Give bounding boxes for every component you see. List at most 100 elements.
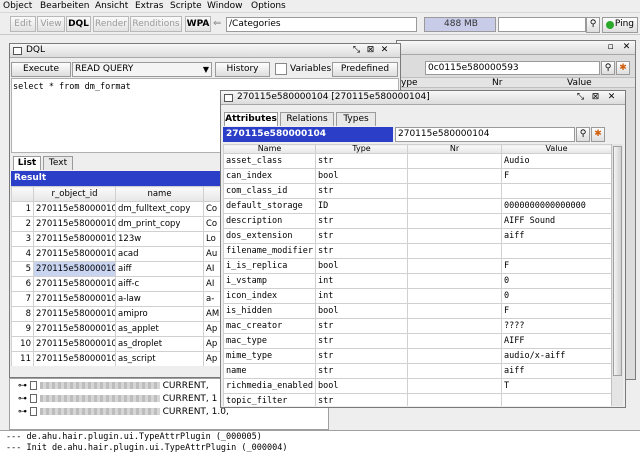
ping-button[interactable]: Ping — [602, 17, 638, 33]
table-row[interactable]: 6 270115e580000105 aiff-c AI — [11, 276, 234, 292]
attribute-cell[interactable]: str — [315, 213, 408, 229]
column-header[interactable]: Type — [315, 144, 408, 154]
menu-ansicht[interactable]: Ansicht — [95, 1, 128, 11]
path-field[interactable]: /Categories — [226, 17, 417, 32]
maximize-icon[interactable]: ⊠ — [365, 45, 376, 56]
attribute-cell[interactable]: bool — [315, 378, 408, 394]
table-cell[interactable]: dm_fulltext_copy — [115, 201, 204, 217]
attribute-cell[interactable]: Audio — [501, 153, 611, 169]
menu-window[interactable]: Window — [207, 1, 243, 11]
table-cell[interactable]: 5 — [11, 261, 34, 277]
close-icon[interactable]: ✕ — [379, 45, 390, 56]
table-row[interactable]: 4 270115e580000103 acad Au — [11, 246, 234, 262]
table-row[interactable]: 9 270115e580000108 as_applet Ap — [11, 321, 234, 337]
table-cell[interactable]: 6 — [11, 276, 34, 292]
attribute-cell[interactable]: asset_class — [223, 153, 316, 169]
search-icon[interactable]: ⚲ — [586, 17, 600, 33]
attribute-cell[interactable] — [407, 273, 502, 289]
attribute-cell[interactable] — [407, 288, 502, 304]
attribute-row[interactable]: i_is_replica bool F — [223, 258, 611, 274]
wpa-button[interactable]: WPA — [185, 16, 211, 32]
attribute-row[interactable]: description str AIFF Sound — [223, 213, 611, 229]
attribute-cell[interactable]: bool — [315, 168, 408, 184]
column-header[interactable]: name — [115, 186, 204, 202]
attribute-cell[interactable] — [407, 168, 502, 184]
attribute-cell[interactable]: default_storage — [223, 198, 316, 214]
predefined-button[interactable]: Predefined — [332, 62, 398, 77]
table-cell[interactable]: 270115e580000106 — [33, 291, 116, 307]
attribute-cell[interactable]: mac_creator — [223, 318, 316, 334]
renditions-button[interactable]: Renditions — [130, 16, 182, 32]
table-cell[interactable]: 123w — [115, 231, 204, 247]
back-arrow-icon[interactable]: ⇐ — [213, 18, 221, 29]
table-cell[interactable]: as_applet — [115, 321, 204, 337]
table-cell[interactable]: as_script — [115, 351, 204, 366]
tab-relations[interactable]: Relations — [280, 112, 334, 126]
table-cell[interactable]: 7 — [11, 291, 34, 307]
attribute-cell[interactable] — [407, 303, 502, 319]
attribute-row[interactable]: is_hidden bool F — [223, 303, 611, 319]
column-header[interactable]: Name — [223, 144, 316, 154]
attribute-scrollbar[interactable] — [611, 144, 623, 406]
table-cell[interactable]: 4 — [11, 246, 34, 262]
table-cell[interactable]: 270115e580000102 — [33, 231, 116, 247]
table-cell[interactable]: 270115e580000108 — [33, 321, 116, 337]
menu-options[interactable]: Options — [251, 1, 286, 11]
attribute-cell[interactable] — [407, 198, 502, 214]
query-mode-select[interactable]: READ QUERY ▼ — [72, 62, 212, 77]
table-cell[interactable]: acad — [115, 246, 204, 262]
attribute-row[interactable]: can_index bool F — [223, 168, 611, 184]
attribute-cell[interactable] — [407, 183, 502, 199]
table-cell[interactable]: 270115e580000107 — [33, 306, 116, 322]
variables-checkbox[interactable] — [275, 63, 287, 75]
attribute-cell[interactable]: 0 — [501, 288, 611, 304]
search-icon[interactable]: ⚲ — [576, 127, 590, 142]
maximize-icon[interactable]: ⊠ — [590, 92, 601, 103]
table-cell[interactable]: 270115e580000101 — [33, 216, 116, 232]
history-button[interactable]: History — [215, 62, 270, 77]
table-row[interactable]: 11 270115e58000010a as_script Ap — [11, 351, 234, 366]
refresh-icon[interactable]: ✱ — [591, 127, 605, 142]
attribute-cell[interactable]: filename_modifier — [223, 243, 316, 259]
column-header[interactable]: r_object_id — [33, 186, 116, 202]
attribute-cell[interactable]: str — [315, 348, 408, 364]
attribute-cell[interactable]: str — [315, 153, 408, 169]
attribute-row[interactable]: name str aiff — [223, 363, 611, 379]
attribute-cell[interactable]: mime_type — [223, 348, 316, 364]
float-icon[interactable]: ⤡ — [351, 45, 362, 56]
view-button[interactable]: View — [37, 16, 65, 32]
table-cell[interactable]: 270115e58000010a — [33, 351, 116, 366]
tab-types[interactable]: Types — [336, 112, 376, 126]
table-cell[interactable]: 270115e580000109 — [33, 336, 116, 352]
table-cell[interactable]: 270115e580000105 — [33, 276, 116, 292]
dql-button[interactable]: DQL — [66, 16, 91, 32]
attribute-cell[interactable] — [501, 243, 611, 259]
float-icon[interactable]: ⤡ — [575, 92, 586, 103]
table-cell[interactable]: a-law — [115, 291, 204, 307]
menu-object[interactable]: Object — [3, 1, 32, 11]
attribute-cell[interactable]: dos_extension — [223, 228, 316, 244]
table-row[interactable]: 1 270115e580000100 dm_fulltext_copy Co — [11, 201, 234, 217]
table-row[interactable]: 3 270115e580000102 123w Lo — [11, 231, 234, 247]
tab-text[interactable]: Text — [43, 156, 73, 170]
attribute-cell[interactable] — [407, 243, 502, 259]
attribute-cell[interactable]: AIFF Sound — [501, 213, 611, 229]
attribute-cell[interactable]: str — [315, 333, 408, 349]
attribute-cell[interactable]: str — [315, 183, 408, 199]
attribute-row[interactable]: mac_type str AIFF — [223, 333, 611, 349]
attribute-cell[interactable]: 0 — [501, 273, 611, 289]
table-cell[interactable]: 270115e580000100 — [33, 201, 116, 217]
attribute-cell[interactable]: str — [315, 228, 408, 244]
column-header[interactable] — [11, 186, 34, 202]
table-cell[interactable]: amipro — [115, 306, 204, 322]
attribute-cell[interactable]: bool — [315, 303, 408, 319]
table-row[interactable]: 2 270115e580000101 dm_print_copy Co — [11, 216, 234, 232]
table-cell[interactable]: aiff — [115, 261, 204, 277]
minimize-icon[interactable]: ▫ — [605, 42, 616, 53]
attribute-row[interactable]: asset_class str Audio — [223, 153, 611, 169]
table-cell[interactable]: as_droplet — [115, 336, 204, 352]
attribute-cell[interactable]: str — [315, 243, 408, 259]
attribute-cell[interactable]: icon_index — [223, 288, 316, 304]
attribute-cell[interactable] — [407, 213, 502, 229]
table-cell[interactable]: 270115e580000103 — [33, 246, 116, 262]
